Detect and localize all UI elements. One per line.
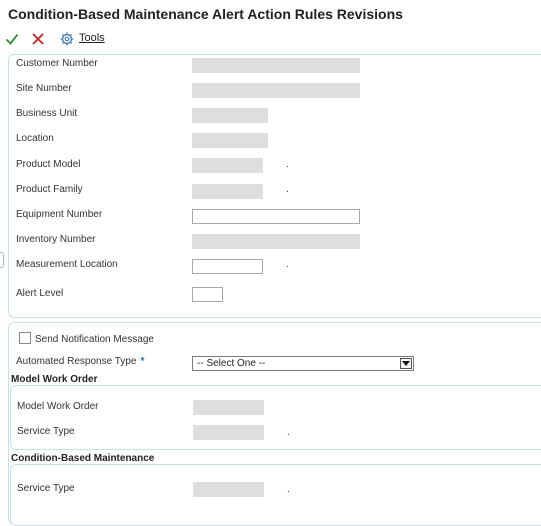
location-field bbox=[192, 133, 268, 148]
send-notification-label: Send Notification Message bbox=[35, 334, 154, 345]
measurement-location-description: . bbox=[286, 259, 289, 270]
model-work-order-field bbox=[193, 400, 264, 415]
cbm-section-header: Condition-Based Maintenance bbox=[11, 453, 155, 464]
window-title-bar: Condition-Based Maintenance Alert Action… bbox=[0, 0, 541, 29]
window-title: Condition-Based Maintenance Alert Action… bbox=[8, 6, 403, 22]
model-work-order-section-header: Model Work Order bbox=[11, 374, 98, 385]
cbm-service-type-description: . bbox=[287, 484, 290, 495]
measurement-location-input[interactable] bbox=[192, 259, 263, 274]
dropdown-arrow-icon[interactable] bbox=[400, 358, 412, 369]
tools-label[interactable]: Tools bbox=[79, 32, 105, 44]
send-notification-checkbox[interactable] bbox=[19, 332, 31, 344]
measurement-location-label: Measurement Location bbox=[16, 259, 118, 270]
automated-response-type-label: Automated Response Type * bbox=[16, 356, 144, 367]
customer-number-label: Customer Number bbox=[16, 58, 98, 69]
cbm-group bbox=[10, 464, 541, 526]
business-unit-label: Business Unit bbox=[16, 108, 78, 119]
cbm-service-type-label: Service Type bbox=[17, 483, 75, 494]
product-model-label: Product Model bbox=[16, 159, 81, 170]
product-family-label: Product Family bbox=[16, 184, 83, 195]
model-work-order-label: Model Work Order bbox=[17, 401, 99, 412]
automated-response-type-value: -- Select One -- bbox=[197, 358, 266, 369]
product-family-field bbox=[192, 184, 263, 199]
alert-level-input[interactable] bbox=[192, 287, 223, 302]
business-unit-field bbox=[192, 108, 268, 123]
chevron-down-icon bbox=[402, 360, 410, 366]
required-indicator: * bbox=[140, 356, 145, 367]
cbm-service-type-field bbox=[193, 482, 264, 497]
service-type-description: . bbox=[287, 427, 290, 438]
automated-response-type-text: Automated Response Type bbox=[16, 356, 137, 367]
toolbar: Tools bbox=[0, 28, 541, 50]
automated-response-type-select[interactable]: -- Select One -- bbox=[192, 356, 414, 371]
product-model-field bbox=[192, 158, 263, 173]
gear-icon bbox=[60, 32, 74, 46]
equipment-number-label: Equipment Number bbox=[16, 209, 103, 220]
cancel-button[interactable] bbox=[29, 30, 47, 48]
alert-level-label: Alert Level bbox=[16, 288, 64, 299]
site-number-field bbox=[192, 83, 360, 98]
product-family-description: . bbox=[286, 184, 289, 195]
ok-button[interactable] bbox=[3, 30, 21, 48]
site-number-label: Site Number bbox=[16, 83, 72, 94]
customer-number-field bbox=[192, 58, 360, 73]
service-type-field bbox=[193, 425, 264, 440]
panel-collapse-handle[interactable] bbox=[0, 252, 4, 268]
location-label: Location bbox=[16, 133, 54, 144]
x-icon bbox=[32, 33, 44, 45]
equipment-number-input[interactable] bbox=[192, 209, 360, 224]
tools-button[interactable] bbox=[58, 30, 76, 48]
model-work-order-group bbox=[10, 385, 541, 450]
check-icon bbox=[5, 33, 19, 45]
inventory-number-label: Inventory Number bbox=[16, 234, 96, 245]
inventory-number-field bbox=[192, 234, 360, 249]
product-model-description: . bbox=[286, 159, 289, 170]
service-type-label: Service Type bbox=[17, 426, 75, 437]
